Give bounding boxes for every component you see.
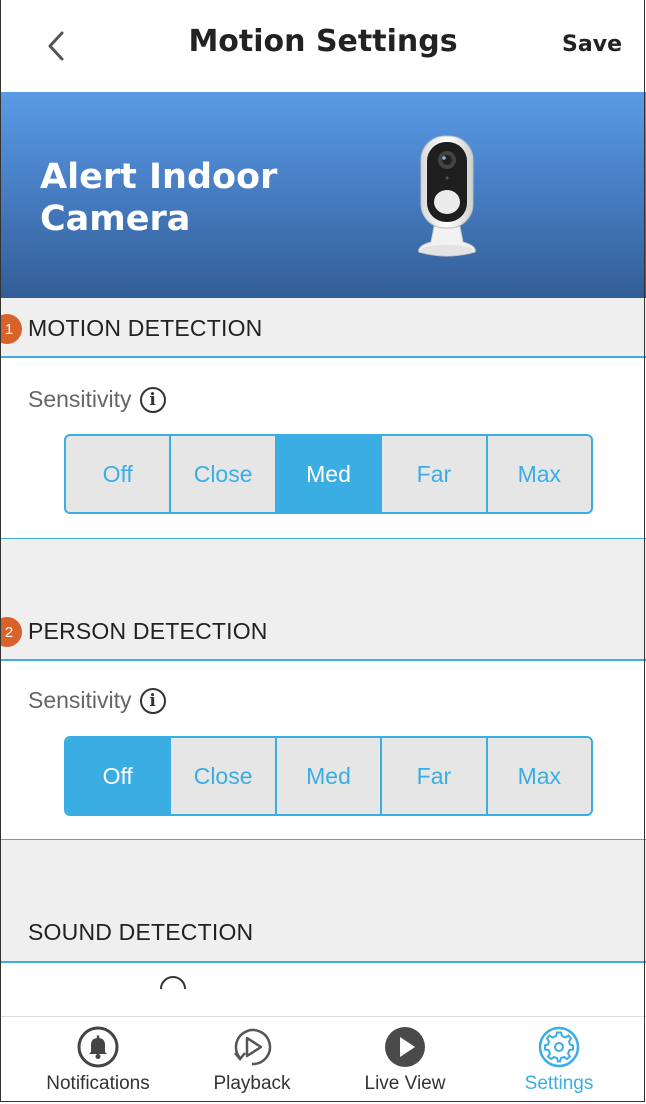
tab-live-view[interactable]: Live View <box>346 1017 464 1104</box>
device-name: Alert Indoor Camera <box>40 156 277 240</box>
motion-option-max[interactable]: Max <box>488 436 591 512</box>
info-icon-partial <box>160 976 186 990</box>
bell-icon <box>77 1026 119 1068</box>
section-header-person: 2 PERSON DETECTION <box>0 599 646 661</box>
callout-marker: 1 <box>0 314 22 344</box>
camera-image <box>418 135 476 257</box>
tab-label: Notifications <box>46 1073 150 1094</box>
person-option-off[interactable]: Off <box>66 738 172 814</box>
sensitivity-label: Sensitivity i <box>28 687 166 714</box>
info-icon[interactable]: i <box>139 386 166 413</box>
person-sensitivity-control: Off Close Med Far Max <box>64 736 593 816</box>
device-name-line1: Alert Indoor <box>40 157 278 197</box>
info-icon[interactable]: i <box>139 687 166 714</box>
person-option-close[interactable]: Close <box>171 738 277 814</box>
nav-bar: Motion Settings Save <box>0 0 646 92</box>
playback-icon <box>234 1028 272 1066</box>
device-banner: Alert Indoor Camera <box>0 92 646 298</box>
tab-label: Settings <box>524 1073 594 1094</box>
section-body-person: Sensitivity i Off Close Med Far Max <box>0 661 646 839</box>
section-body-motion: Sensitivity i Off Close Med Far Max <box>0 358 646 538</box>
motion-option-far[interactable]: Far <box>382 436 488 512</box>
tab-settings[interactable]: Settings <box>503 1017 615 1104</box>
tab-notifications[interactable]: Notifications <box>36 1017 160 1104</box>
section-title-sound: SOUND DETECTION <box>28 919 254 945</box>
section-gap <box>0 840 646 900</box>
section-title-motion: MOTION DETECTION <box>28 315 263 341</box>
callout-marker: 2 <box>0 617 22 647</box>
play-circle-icon <box>385 1027 425 1067</box>
sensitivity-text: Sensitivity <box>28 386 132 412</box>
sensitivity-text: Sensitivity <box>28 687 132 713</box>
section-title-person: PERSON DETECTION <box>28 618 268 644</box>
tab-label: Live View <box>364 1073 446 1094</box>
page-title: Motion Settings <box>188 24 458 59</box>
tab-label: Playback <box>213 1073 291 1094</box>
motion-option-med[interactable]: Med <box>276 436 383 512</box>
device-name-line2: Camera <box>40 199 191 239</box>
motion-option-close[interactable]: Close <box>171 436 277 512</box>
sensitivity-label: Sensitivity i <box>28 386 166 413</box>
tab-bar: Notifications Playback Live View Setting… <box>0 1016 646 1104</box>
person-option-far[interactable]: Far <box>382 738 488 814</box>
person-option-med[interactable]: Med <box>277 738 383 814</box>
person-option-max[interactable]: Max <box>488 738 591 814</box>
section-body-sound <box>0 963 646 1016</box>
section-header-motion: 1 MOTION DETECTION <box>0 298 646 358</box>
section-header-sound: SOUND DETECTION <box>0 900 646 963</box>
gear-icon <box>538 1026 580 1068</box>
save-button[interactable]: Save <box>562 32 622 57</box>
motion-sensitivity-control: Off Close Med Far Max <box>64 434 593 514</box>
section-gap <box>0 539 646 599</box>
tab-playback[interactable]: Playback <box>196 1017 308 1104</box>
motion-option-off[interactable]: Off <box>66 436 172 512</box>
